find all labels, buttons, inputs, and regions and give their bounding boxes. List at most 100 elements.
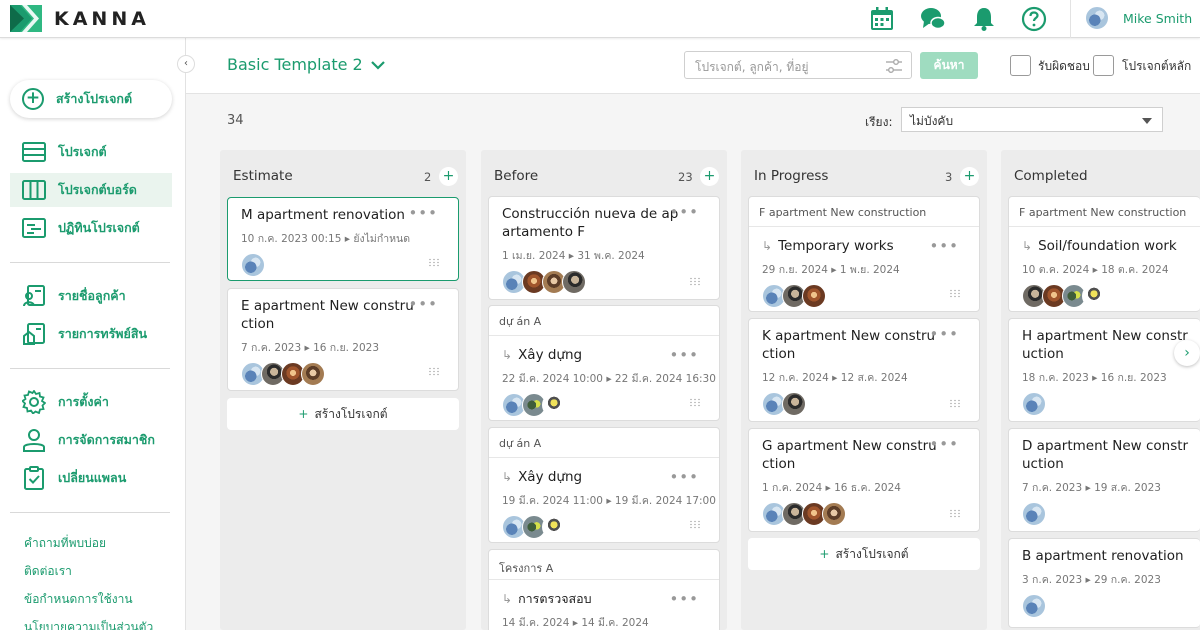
column-add-button[interactable]: + [960,167,979,186]
sort-label: เรียง: [865,115,893,129]
subtask-arrow-icon: ↳ [1022,239,1033,253]
footer-link-contact[interactable]: ติดต่อเรา [24,562,72,581]
more-icon[interactable]: ••• [929,237,959,255]
project-card[interactable]: F apartment New construction ↳ Soil/found… [1008,196,1200,312]
template-name: Basic Template 2 [227,55,363,74]
more-icon[interactable]: ••• [929,325,959,343]
kanna-logo[interactable]: KANNA [10,5,150,32]
card-title-text: Xây dựng [518,347,583,363]
sidebar-item-members[interactable]: การจัดการสมาชิก [10,423,172,457]
project-card[interactable]: D apartment New construction 7 ก.ค. 2023… [1008,428,1200,532]
project-card[interactable]: B apartment renovation 3 ก.ค. 2023 ▸ 29 … [1008,538,1200,628]
property-icon [23,323,45,345]
add-project-button[interactable]: + สร้างโปรเจกต์ [227,398,459,430]
assignee-avatars [1009,502,1200,526]
drag-handle-icon[interactable] [949,509,961,518]
more-icon[interactable]: ••• [929,435,959,453]
card-dates: 19 มี.ค. 2024 11:00 ▸ 19 มี.ค. 2024 17:0… [502,495,716,507]
bell-icon[interactable] [971,6,997,32]
more-icon[interactable]: ••• [669,203,699,221]
subtask-arrow-icon: ↳ [502,470,513,484]
card-title-text: Soil/foundation work [1038,238,1177,254]
member-icon [23,429,45,452]
column-add-button[interactable]: + [700,167,719,186]
chevron-down-icon [370,60,385,70]
card-dates: 29 ก.ย. 2024 ▸ 1 พ.ย. 2024 [762,264,900,276]
column-title: Completed [1014,168,1088,184]
card-dates: 22 มี.ค. 2024 10:00 ▸ 22 มี.ค. 2024 16:3… [502,373,716,385]
sidebar-item-project-board[interactable]: โปรเจกต์บอร์ด [10,173,172,207]
drag-handle-icon[interactable] [428,258,440,267]
card-dates: 18 ก.ค. 2023 ▸ 16 ก.ย. 2023 [1022,372,1167,384]
assignee-avatars [749,502,979,526]
drag-handle-icon[interactable] [949,399,961,408]
assignee-avatars [1009,392,1200,416]
add-project-button[interactable]: + สร้างโปรเจกต์ [748,538,980,570]
avatar [822,502,846,526]
sidebar-item-properties[interactable]: รายการทรัพย์สิน [10,317,172,351]
more-icon[interactable]: ••• [669,590,699,608]
footer-link-privacy[interactable]: นโยบายความเป็นส่วนตัว [24,618,153,630]
card-dates: 1 เม.ย. 2024 ▸ 31 พ.ค. 2024 [502,250,645,262]
project-count: 34 [227,113,244,128]
filter-icon[interactable] [885,58,903,74]
project-card[interactable]: ••• Construcción nueva de apartamento F … [488,196,720,300]
column-count: 2 [424,170,432,184]
top-bar: KANNA Mike Smith [0,0,1200,38]
drag-handle-icon[interactable] [949,289,961,298]
footer-link-faq[interactable]: คำถามที่พบบ่อย [24,534,106,553]
more-icon[interactable]: ••• [408,295,438,313]
assignee-avatars [228,253,458,277]
project-card[interactable]: dự án A ••• ↳ Xây dựng 19 มี.ค. 2024 11:0… [488,427,720,543]
project-card[interactable]: dự án A ••• ↳ Xây dựng 22 มี.ค. 2024 10:0… [488,305,720,421]
sidebar-collapse-button[interactable]: ‹ [177,55,195,73]
drag-handle-icon[interactable] [689,398,701,407]
drag-handle-icon[interactable] [428,367,440,376]
card-dates: 3 ก.ค. 2023 ▸ 29 ก.ค. 2023 [1022,574,1161,586]
search-input[interactable]: โปรเจกต์, ลูกค้า, ที่อยู่ [684,51,912,79]
project-card[interactable]: ••• G apartment New construction 1 ก.ค. … [748,428,980,532]
calendar-icon[interactable] [869,6,895,32]
sidebar-item-change-plan[interactable]: เปลี่ยนแพลน [10,461,172,495]
divider [10,512,170,513]
sort-select[interactable]: ไม่บังคับ [901,107,1163,132]
search-button[interactable]: ค้นหา [920,52,978,79]
column-title: In Progress [754,168,829,184]
board-icon [22,180,46,200]
brand-name: KANNA [54,7,150,30]
more-icon[interactable]: ••• [669,468,699,486]
project-card[interactable]: ••• E apartment New construction 7 ก.ค. … [227,288,459,391]
card-title: ↳ Soil/foundation work [1009,237,1200,255]
customer-icon [23,285,45,307]
avatar [782,392,806,416]
user-menu[interactable]: Mike Smith [1085,6,1192,30]
main-project-checkbox[interactable] [1093,55,1114,76]
template-selector[interactable]: Basic Template 2 [227,55,385,74]
create-project-button[interactable]: + สร้างโปรเจกต์ [10,80,172,118]
sort-value: ไม่บังคับ [910,114,954,128]
project-card[interactable]: H apartment New construction 18 ก.ค. 202… [1008,318,1200,422]
more-icon[interactable]: ••• [669,346,699,364]
help-icon[interactable] [1021,6,1047,32]
drag-handle-icon[interactable] [689,277,701,286]
sidebar-item-customers[interactable]: รายชื่อลูกค้า [10,279,172,313]
scroll-right-button[interactable]: › [1174,340,1200,366]
sidebar-item-label: โปรเจกต์บอร์ด [58,182,137,197]
responsible-checkbox[interactable] [1010,55,1031,76]
footer-link-terms[interactable]: ข้อกำหนดการใช้งาน [24,590,133,609]
project-card[interactable]: F apartment New construction ••• ↳ Tempor… [748,196,980,312]
project-card[interactable]: ••• M apartment renovation 10 ก.ค. 2023 … [227,197,459,281]
sidebar-item-project-calendar[interactable]: ปฏิทินโปรเจกต์ [10,211,172,245]
sidebar-item-label: การจัดการสมาชิก [58,432,155,447]
sidebar-item-projects[interactable]: โปรเจกต์ [10,135,172,169]
more-icon[interactable]: ••• [408,204,438,222]
column-add-button[interactable]: + [439,167,458,186]
drag-handle-icon[interactable] [689,520,701,529]
user-name: Mike Smith [1123,10,1193,26]
search-placeholder: โปรเจกต์, ลูกค้า, ที่อยู่ [695,60,809,74]
sidebar-item-settings[interactable]: การตั้งค่า [10,385,172,419]
avatar [241,253,265,277]
project-card[interactable]: โครงการ A ••• ↳ การตรวจสอบ 14 มี.ค. 2024 … [488,549,720,630]
chat-icon[interactable] [920,6,946,32]
project-card[interactable]: ••• K apartment New construction 12 ก.ค.… [748,318,980,422]
